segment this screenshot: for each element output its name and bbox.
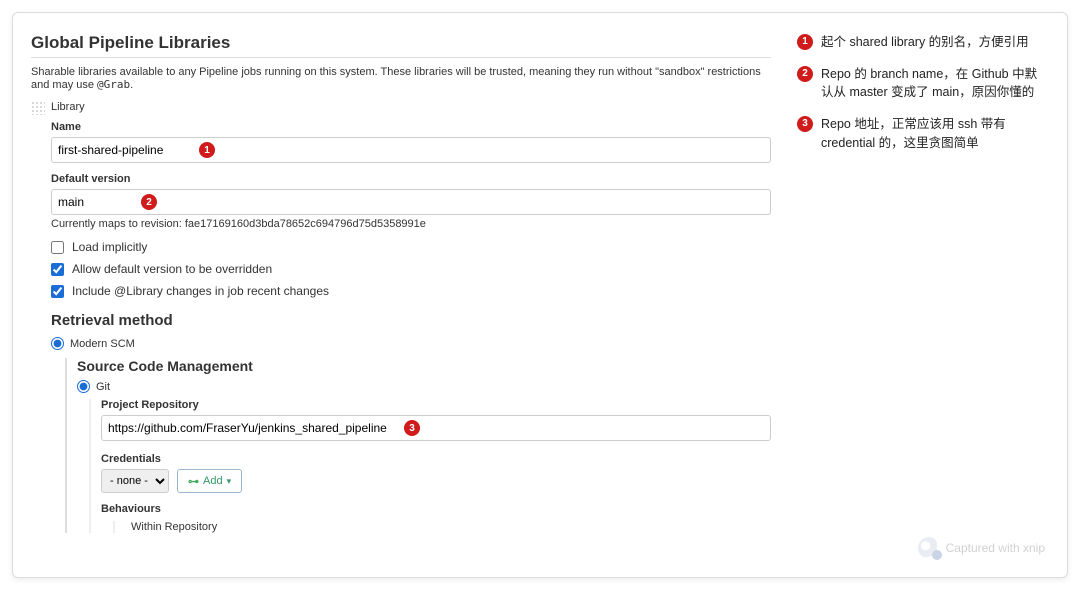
project-repo-input[interactable] (101, 415, 771, 441)
page-description: Sharable libraries available to any Pipe… (31, 66, 771, 91)
annotation-badge-1-side: 1 (797, 34, 813, 50)
name-label: Name (51, 121, 771, 133)
default-version-input[interactable] (51, 189, 771, 215)
behaviours-sub: Within Repository (131, 521, 771, 533)
git-label: Git (96, 381, 110, 393)
behaviours-label: Behaviours (101, 503, 771, 515)
annotation-3: 3 Repo 地址，正常应该用 ssh 带有 credential 的，这里贪图… (797, 115, 1049, 151)
modern-scm-radio[interactable] (51, 337, 64, 350)
annotation-2: 2 Repo 的 branch name，在 Github 中默认从 maste… (797, 65, 1049, 101)
annotation-1: 1 起个 shared library 的别名，方便引用 (797, 33, 1049, 51)
library-name-input[interactable] (51, 137, 771, 163)
annotation-badge-3: 3 (404, 420, 420, 436)
chevron-down-icon: ▾ (227, 476, 232, 487)
key-icon: ⊶ (188, 475, 199, 488)
include-changes-label: Include @Library changes in job recent c… (72, 284, 329, 298)
annotation-2-text: Repo 的 branch name，在 Github 中默认从 master … (821, 65, 1049, 101)
page-title: Global Pipeline Libraries (31, 33, 771, 58)
add-credentials-button[interactable]: ⊶ Add ▾ (177, 469, 242, 493)
include-changes-checkbox[interactable] (51, 285, 64, 298)
desc-text-post: . (130, 79, 133, 91)
watermark-text: Captured with xnip (946, 541, 1045, 555)
desc-text: Sharable libraries available to any Pipe… (31, 66, 761, 91)
project-repo-label: Project Repository (101, 399, 771, 411)
annotation-3-text: Repo 地址，正常应该用 ssh 带有 credential 的，这里贪图简单 (821, 115, 1049, 151)
annotation-badge-3-side: 3 (797, 116, 813, 132)
load-implicitly-label: Load implicitly (72, 240, 147, 254)
annotation-badge-1: 1 (199, 142, 215, 158)
modern-scm-label: Modern SCM (70, 338, 135, 350)
annotation-badge-2-side: 2 (797, 66, 813, 82)
credentials-select[interactable]: - none - (101, 469, 169, 493)
desc-code: @Grab (97, 78, 130, 91)
load-implicitly-checkbox[interactable] (51, 241, 64, 254)
git-radio[interactable] (77, 380, 90, 393)
allow-override-checkbox[interactable] (51, 263, 64, 276)
add-button-label: Add (203, 475, 223, 487)
scm-heading: Source Code Management (77, 358, 771, 374)
watermark: Captured with xnip (918, 537, 1045, 559)
library-section-label: Library (51, 101, 85, 113)
annotation-badge-2: 2 (141, 194, 157, 210)
default-version-label: Default version (51, 173, 771, 185)
allow-override-label: Allow default version to be overridden (72, 262, 272, 276)
watermark-icon (918, 537, 940, 559)
drag-handle-icon[interactable] (31, 101, 45, 115)
annotation-1-text: 起个 shared library 的别名，方便引用 (821, 33, 1029, 51)
revision-hint: Currently maps to revision: fae17169160d… (51, 218, 771, 230)
credentials-label: Credentials (101, 453, 771, 465)
retrieval-method-heading: Retrieval method (51, 312, 771, 329)
